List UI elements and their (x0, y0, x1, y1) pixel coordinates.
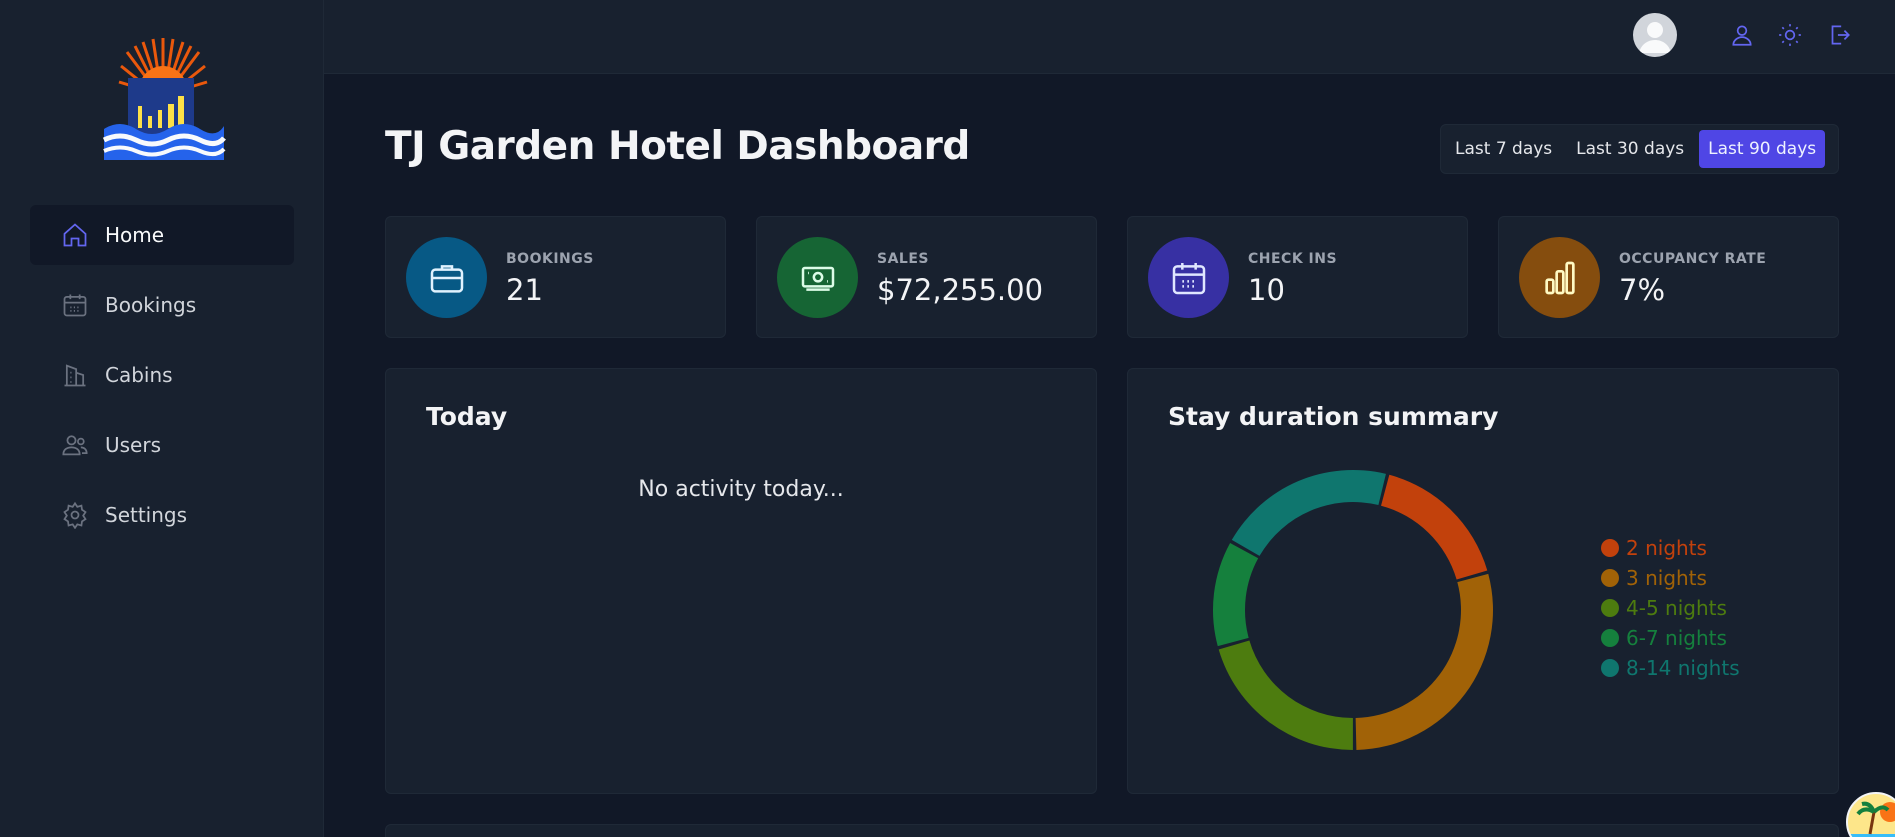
donut-slice-8-14-nights[interactable] (1231, 470, 1386, 556)
hotel-logo[interactable] (100, 34, 226, 160)
sidebar: Home Bookings Cabins Users Settings (0, 0, 324, 837)
legend-dot (1601, 659, 1619, 677)
stat-value: 7% (1619, 273, 1666, 307)
legend-label: 6-7 nights (1626, 626, 1727, 650)
today-panel: Today No activity today... (385, 368, 1097, 794)
sidebar-item-home[interactable]: Home (30, 205, 294, 265)
sun-icon[interactable] (1775, 20, 1805, 50)
top-header (324, 0, 1895, 74)
sidebar-item-cabins[interactable]: Cabins (30, 345, 294, 405)
building-icon (60, 360, 90, 390)
sidebar-item-label: Users (105, 433, 162, 457)
legend-dot (1601, 599, 1619, 617)
banknotes-icon (777, 237, 858, 318)
sidebar-item-label: Bookings (105, 293, 197, 317)
legend-item: 3 nights (1601, 563, 1740, 593)
sidebar-item-settings[interactable]: Settings (30, 485, 294, 545)
stat-card-sales: SALES $72,255.00 (756, 216, 1097, 338)
legend-item: 2 nights (1601, 533, 1740, 563)
filter-last-90-days[interactable]: Last 90 days (1699, 130, 1826, 168)
filter-last-7-days[interactable]: Last 7 days (1446, 130, 1561, 168)
legend-item: 4-5 nights (1601, 593, 1740, 623)
donut-slice-4-5-nights[interactable] (1218, 640, 1353, 750)
legend-dot (1601, 539, 1619, 557)
chart-legend: 2 nights 3 nights 4-5 nights 6-7 nights 8-14… (1601, 533, 1740, 683)
stat-label: BOOKINGS (506, 251, 594, 267)
stat-card-occupancy-rate: OCCUPANCY RATE 7% (1498, 216, 1839, 338)
page-title: TJ Garden Hotel Dashboard (385, 124, 970, 169)
legend-item: 6-7 nights (1601, 623, 1740, 653)
stat-value: 10 (1248, 273, 1285, 307)
sidebar-item-label: Cabins (105, 363, 173, 387)
users-icon (60, 430, 90, 460)
legend-dot (1601, 629, 1619, 647)
legend-dot (1601, 569, 1619, 587)
user-icon[interactable] (1727, 20, 1757, 50)
logout-icon[interactable] (1824, 20, 1854, 50)
stat-card-check-ins: CHECK INS 10 (1127, 216, 1468, 338)
bottom-panel (385, 824, 1839, 837)
filter-last-30-days[interactable]: Last 30 days (1567, 130, 1693, 168)
sidebar-item-label: Home (105, 223, 165, 247)
stat-card-bookings: BOOKINGS 21 (385, 216, 726, 338)
stay-duration-panel: Stay duration summary 2 nights 3 nights 4-… (1127, 368, 1839, 794)
calendar-days-icon (1148, 237, 1229, 318)
sidebar-item-bookings[interactable]: Bookings (30, 275, 294, 335)
legend-label: 3 nights (1626, 566, 1707, 590)
gear-icon (60, 500, 90, 530)
sidebar-nav: Home Bookings Cabins Users Settings (30, 205, 294, 555)
sidebar-item-label: Settings (105, 503, 188, 527)
legend-item: 8-14 nights (1601, 653, 1740, 683)
stay-duration-title: Stay duration summary (1168, 402, 1499, 431)
donut-slice-2-nights[interactable] (1381, 474, 1488, 580)
calendar-icon (60, 290, 90, 320)
legend-label: 4-5 nights (1626, 596, 1727, 620)
stat-value: 21 (506, 273, 543, 307)
chart-bar-icon (1519, 237, 1600, 318)
legend-label: 2 nights (1626, 536, 1707, 560)
stat-label: SALES (877, 251, 929, 267)
beach-badge-icon[interactable] (1846, 792, 1895, 837)
legend-label: 8-14 nights (1626, 656, 1740, 680)
date-range-filter: Last 7 days Last 30 days Last 90 days (1440, 124, 1839, 174)
stat-value: $72,255.00 (877, 273, 1044, 307)
stat-label: OCCUPANCY RATE (1619, 251, 1767, 267)
home-icon (60, 220, 90, 250)
sidebar-item-users[interactable]: Users (30, 415, 294, 475)
stay-duration-donut-chart (1213, 470, 1493, 750)
stat-label: CHECK INS (1248, 251, 1338, 267)
briefcase-icon (406, 237, 487, 318)
donut-slice-3-nights[interactable] (1355, 573, 1493, 750)
donut-slice-6-7-nights[interactable] (1213, 542, 1259, 647)
empty-state-text: No activity today... (638, 477, 844, 502)
avatar[interactable] (1633, 13, 1677, 57)
today-title: Today (426, 402, 508, 431)
